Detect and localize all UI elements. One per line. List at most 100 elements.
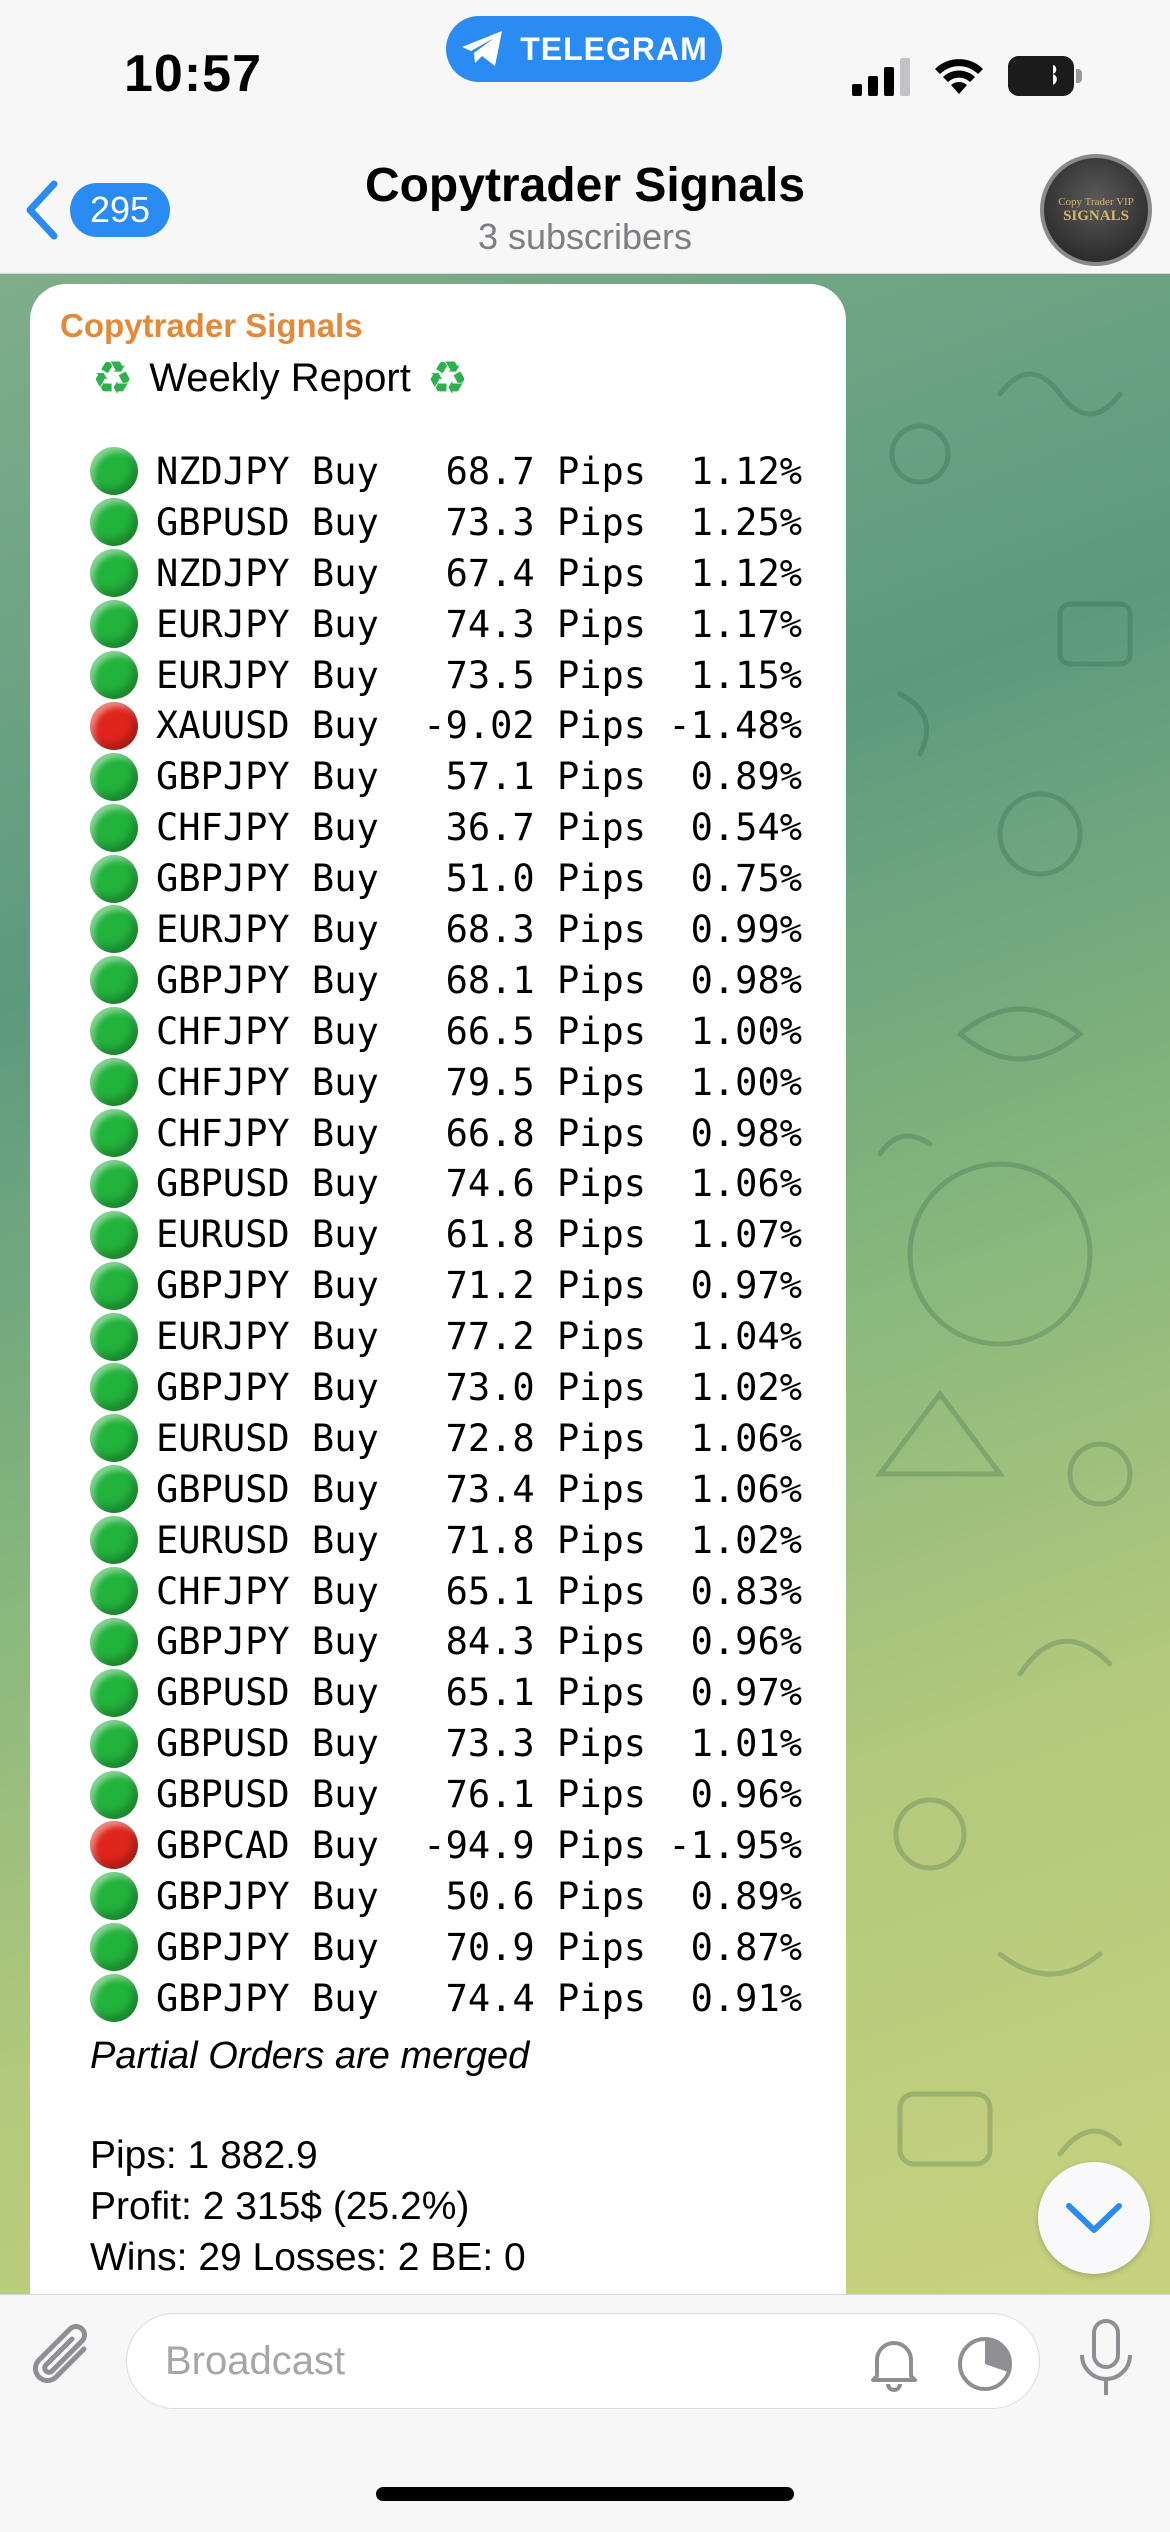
wifi-icon bbox=[935, 59, 983, 94]
trade-row-text: NZDJPY Buy 68.7 Pips 1.12% bbox=[156, 449, 803, 493]
green-circle-icon bbox=[90, 600, 138, 649]
trade-row-text: GBPUSD Buy 76.1 Pips 0.96% bbox=[156, 1773, 803, 1817]
green-circle-icon bbox=[90, 1770, 138, 1819]
summary-profit: Profit: 2 315$ (25.2%) bbox=[90, 2184, 470, 2228]
channel-avatar[interactable]: Copy Trader VIP SIGNALS bbox=[1040, 154, 1152, 266]
recycle-icon: ♻ bbox=[426, 351, 469, 405]
avatar-text-bottom: SIGNALS bbox=[1063, 207, 1129, 224]
trade-row: GBPJPY Buy 50.6 Pips 0.89% bbox=[90, 1871, 816, 1922]
trade-row: GBPJPY Buy 68.1 Pips 0.98% bbox=[90, 955, 816, 1006]
green-circle-icon bbox=[90, 1007, 138, 1056]
green-circle-icon bbox=[90, 854, 138, 903]
trade-row-text: CHFJPY Buy 65.1 Pips 0.83% bbox=[156, 1569, 803, 1613]
green-circle-icon bbox=[90, 1617, 138, 1666]
trade-row-text: GBPJPY Buy 73.0 Pips 1.02% bbox=[156, 1365, 803, 1409]
green-circle-icon bbox=[90, 549, 138, 598]
green-circle-icon bbox=[90, 1567, 138, 1616]
green-circle-icon bbox=[90, 447, 138, 496]
trade-row-text: GBPJPY Buy 84.3 Pips 0.96% bbox=[156, 1620, 803, 1664]
telegram-plane-icon bbox=[462, 31, 503, 66]
trade-row: CHFJPY Buy 79.5 Pips 1.00% bbox=[90, 1057, 816, 1108]
green-circle-icon bbox=[90, 1465, 138, 1514]
trade-row-text: GBPUSD Buy 74.6 Pips 1.06% bbox=[156, 1162, 803, 1206]
trade-row: EURUSD Buy 72.8 Pips 1.06% bbox=[90, 1413, 816, 1464]
battery-icon: 68 bbox=[1008, 56, 1082, 96]
home-indicator bbox=[376, 2487, 794, 2501]
trade-row-text: GBPJPY Buy 68.1 Pips 0.98% bbox=[156, 958, 803, 1002]
trade-row: CHFJPY Buy 66.8 Pips 0.98% bbox=[90, 1108, 816, 1159]
chevron-down-icon bbox=[1066, 2203, 1122, 2233]
trade-row: GBPJPY Buy 74.4 Pips 0.91% bbox=[90, 1973, 816, 2024]
message-bubble[interactable]: Copytrader Signals ♻ Weekly Report ♻ NZD… bbox=[30, 284, 846, 2314]
trade-row: GBPCAD Buy -94.9 Pips -1.95% bbox=[90, 1820, 816, 1871]
trade-row: GBPJPY Buy 71.2 Pips 0.97% bbox=[90, 1260, 816, 1311]
paperclip-icon[interactable] bbox=[28, 2319, 100, 2397]
trade-row: GBPUSD Buy 73.3 Pips 1.01% bbox=[90, 1718, 816, 1769]
green-circle-icon bbox=[90, 1923, 138, 1972]
green-circle-icon bbox=[90, 752, 138, 801]
scroll-down-button[interactable] bbox=[1038, 2162, 1150, 2274]
green-circle-icon bbox=[90, 1058, 138, 1107]
trade-row-text: NZDJPY Buy 67.4 Pips 1.12% bbox=[156, 551, 803, 595]
green-circle-icon bbox=[90, 498, 138, 547]
trade-row-text: GBPUSD Buy 73.3 Pips 1.25% bbox=[156, 500, 803, 544]
trade-row: NZDJPY Buy 67.4 Pips 1.12% bbox=[90, 548, 816, 599]
microphone-icon[interactable] bbox=[1074, 2317, 1138, 2401]
trade-row: GBPJPY Buy 70.9 Pips 0.87% bbox=[90, 1922, 816, 1973]
chat-header: 295 Copytrader Signals 3 subscribers Cop… bbox=[0, 150, 1170, 274]
summary-pips: Pips: 1 882.9 bbox=[90, 2133, 318, 2177]
trade-row-text: EURUSD Buy 72.8 Pips 1.06% bbox=[156, 1416, 803, 1460]
trade-row-text: GBPJPY Buy 51.0 Pips 0.75% bbox=[156, 857, 803, 901]
avatar-text-top: Copy Trader VIP bbox=[1058, 195, 1134, 208]
green-circle-icon bbox=[90, 1159, 138, 1208]
merged-note: Partial Orders are merged bbox=[90, 2034, 530, 2077]
broadcast-input[interactable] bbox=[165, 2330, 825, 2392]
trade-row: GBPJPY Buy 73.0 Pips 1.02% bbox=[90, 1362, 816, 1413]
green-circle-icon bbox=[90, 1109, 138, 1158]
trade-row: EURJPY Buy 77.2 Pips 1.04% bbox=[90, 1311, 816, 1362]
red-circle-icon bbox=[90, 1821, 138, 1870]
report-summary: Pips: 1 882.9 Profit: 2 315$ (25.2%) Win… bbox=[90, 2130, 816, 2283]
trade-row: EURUSD Buy 71.8 Pips 1.02% bbox=[90, 1515, 816, 1566]
trade-row-text: GBPCAD Buy -94.9 Pips -1.95% bbox=[156, 1823, 803, 1867]
green-circle-icon bbox=[90, 1668, 138, 1717]
trade-row: GBPUSD Buy 76.1 Pips 0.96% bbox=[90, 1769, 816, 1820]
green-circle-icon bbox=[90, 1872, 138, 1921]
composer-bar bbox=[0, 2294, 1170, 2532]
trade-row: GBPUSD Buy 74.6 Pips 1.06% bbox=[90, 1158, 816, 1209]
trade-row: GBPUSD Buy 73.4 Pips 1.06% bbox=[90, 1464, 816, 1515]
message-sender[interactable]: Copytrader Signals bbox=[60, 304, 816, 352]
timer-icon[interactable] bbox=[955, 2334, 1015, 2394]
bell-icon[interactable] bbox=[865, 2334, 923, 2392]
broadcast-input-box[interactable] bbox=[126, 2313, 1040, 2409]
trade-row: XAUUSD Buy -9.02 Pips -1.48% bbox=[90, 700, 816, 751]
trade-list: NZDJPY Buy 68.7 Pips 1.12% GBPUSD Buy 73.… bbox=[60, 446, 816, 2024]
trade-row: EURJPY Buy 68.3 Pips 0.99% bbox=[90, 904, 816, 955]
green-circle-icon bbox=[90, 1414, 138, 1463]
trade-row: CHFJPY Buy 66.5 Pips 1.00% bbox=[90, 1006, 816, 1057]
trade-row-text: EURJPY Buy 73.5 Pips 1.15% bbox=[156, 653, 803, 697]
green-circle-icon bbox=[90, 905, 138, 954]
trade-row-text: GBPUSD Buy 73.4 Pips 1.06% bbox=[156, 1467, 803, 1511]
trade-row-text: GBPJPY Buy 70.9 Pips 0.87% bbox=[156, 1925, 803, 1969]
chat-title[interactable]: Copytrader Signals bbox=[0, 158, 1170, 213]
trade-row-text: GBPUSD Buy 65.1 Pips 0.97% bbox=[156, 1671, 803, 1715]
telegram-return-pill[interactable]: TELEGRAM bbox=[446, 16, 722, 82]
trade-row-text: EURJPY Buy 77.2 Pips 1.04% bbox=[156, 1315, 803, 1359]
status-time: 10:57 bbox=[124, 45, 262, 103]
trade-row: GBPJPY Buy 84.3 Pips 0.96% bbox=[90, 1616, 816, 1667]
trade-row-text: CHFJPY Buy 66.8 Pips 0.98% bbox=[156, 1111, 803, 1155]
report-title: Weekly Report bbox=[149, 356, 411, 400]
trade-row-text: GBPUSD Buy 73.3 Pips 1.01% bbox=[156, 1722, 803, 1766]
trade-row: CHFJPY Buy 36.7 Pips 0.54% bbox=[90, 802, 816, 853]
trade-row-text: GBPJPY Buy 71.2 Pips 0.97% bbox=[156, 1264, 803, 1308]
green-circle-icon bbox=[90, 1210, 138, 1259]
green-circle-icon bbox=[90, 1363, 138, 1412]
status-bar: 10:57 TELEGRAM 68 bbox=[0, 0, 1170, 150]
trade-row: GBPJPY Buy 51.0 Pips 0.75% bbox=[90, 853, 816, 904]
green-circle-icon bbox=[90, 1516, 138, 1565]
trade-row: CHFJPY Buy 65.1 Pips 0.83% bbox=[90, 1566, 816, 1617]
trade-row: GBPUSD Buy 73.3 Pips 1.25% bbox=[90, 497, 816, 548]
trade-row-text: GBPJPY Buy 50.6 Pips 0.89% bbox=[156, 1874, 803, 1918]
trade-row-text: EURUSD Buy 61.8 Pips 1.07% bbox=[156, 1213, 803, 1257]
